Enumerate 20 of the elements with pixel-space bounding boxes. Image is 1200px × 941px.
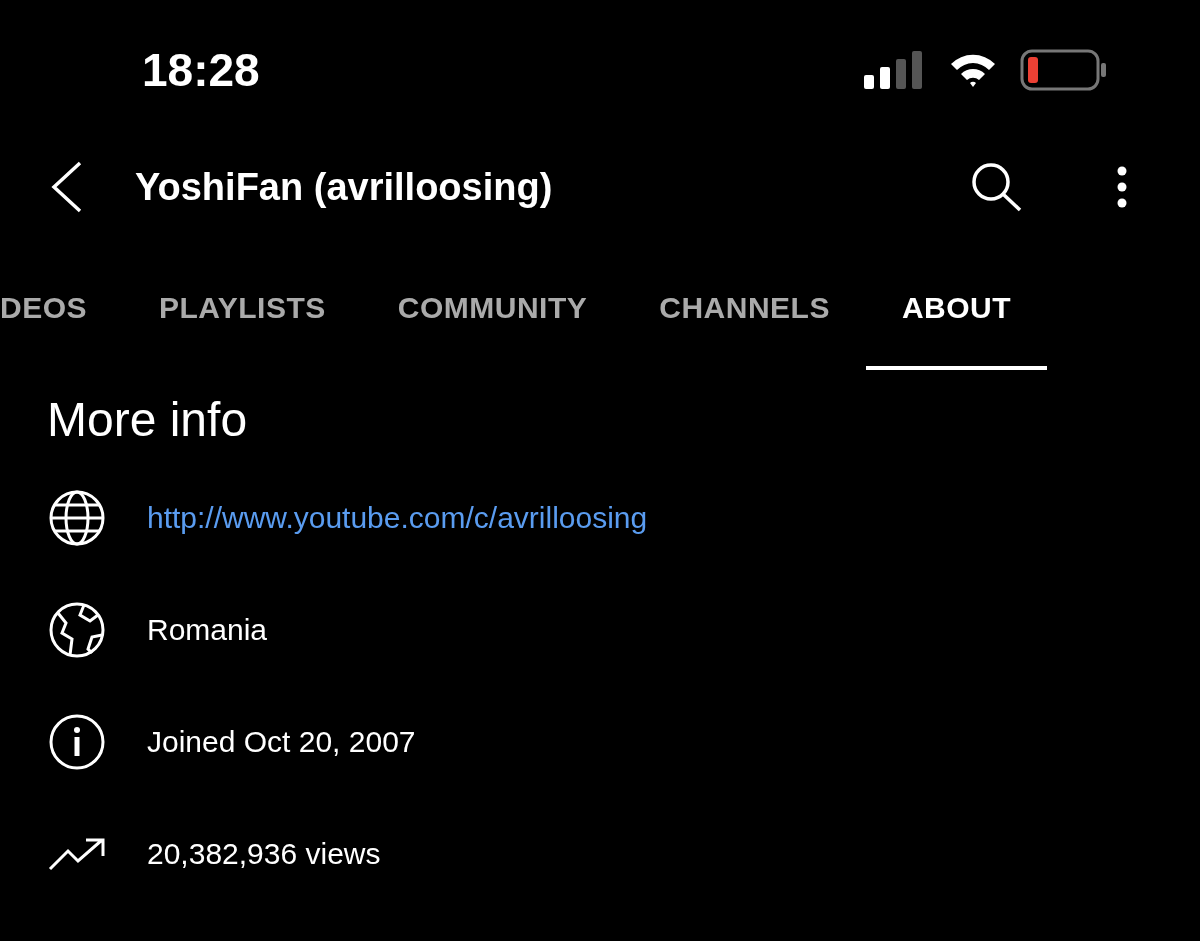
tab[interactable]: CHANNELS (623, 234, 866, 370)
tab[interactable]: PLAYLISTS (123, 234, 362, 370)
info-text: Joined Oct 20, 2007 (147, 725, 416, 759)
earth-icon (48, 601, 106, 659)
channel-link[interactable]: http://www.youtube.com/c/avrilloosing (147, 501, 648, 535)
info-text: Romania (147, 613, 268, 647)
tab[interactable]: ABOUT (865, 234, 1048, 370)
status-time: 18:28 (142, 43, 260, 97)
tab[interactable]: DEOS (0, 234, 124, 370)
trending-icon (48, 837, 106, 871)
channel-title: YoshiFan (avrilloosing) (135, 165, 554, 209)
more-icon[interactable] (1116, 165, 1128, 209)
info-icon (48, 713, 106, 771)
back-icon[interactable] (50, 161, 84, 213)
globe-icon (48, 489, 106, 547)
search-icon[interactable] (970, 162, 1024, 212)
info-text: 20,382,936 views (147, 837, 381, 871)
tab[interactable]: COMMUNITY (361, 234, 624, 370)
battery-icon (1020, 49, 1108, 91)
section-heading: More info (47, 396, 249, 444)
